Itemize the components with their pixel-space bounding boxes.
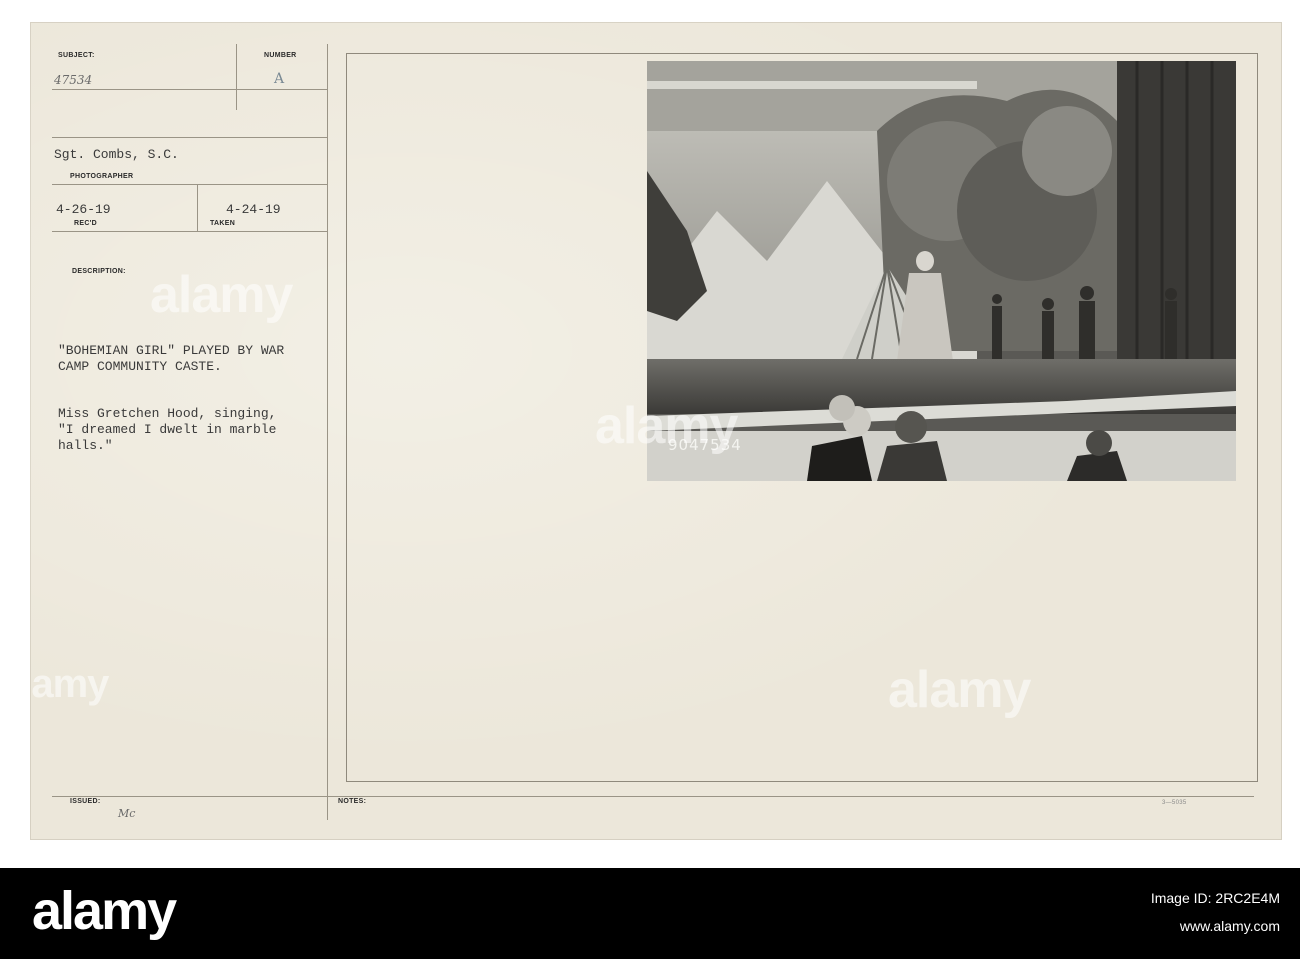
rule-subject <box>52 89 328 90</box>
watermark-photo: alamy <box>595 397 738 455</box>
alamy-logo: alamy <box>32 881 177 941</box>
watermark-bottom-right: alamy <box>888 661 1031 719</box>
site-url: www.alamy.com <box>1179 918 1280 934</box>
caption-line-3: halls." <box>58 438 113 453</box>
issued-value: Mc <box>118 807 136 820</box>
subject-label: SUBJECT: <box>58 52 95 59</box>
description-line-2: CAMP COMMUNITY CASTE. <box>58 359 222 374</box>
received-date-label: REC'D <box>74 220 97 227</box>
photographer-value: Sgt. Combs, S.C. <box>54 147 179 162</box>
vertical-divider <box>327 44 328 820</box>
form-code: 3—5035 <box>1162 800 1187 806</box>
description-label: DESCRIPTION: <box>72 268 126 275</box>
number-value: A <box>274 71 285 87</box>
divider-subject-number <box>236 44 237 110</box>
notes-label: NOTES: <box>338 798 367 805</box>
caption-line-2: "I dreamed I dwelt in marble <box>58 422 277 437</box>
rule-photographer <box>52 184 328 185</box>
watermark-top-left: alamy <box>150 266 293 324</box>
subject-value: 47534 <box>54 73 93 87</box>
taken-date-value: 4-24-19 <box>226 202 281 217</box>
caption-line-1: Miss Gretchen Hood, singing, <box>58 406 277 421</box>
issued-label: ISSUED: <box>70 798 101 805</box>
rule-issued <box>52 796 1254 797</box>
footer-bar <box>0 868 1300 959</box>
number-label: NUMBER <box>264 52 297 59</box>
image-id: Image ID: 2RC2E4M <box>1150 890 1280 906</box>
received-date-value: 4-26-19 <box>56 202 111 217</box>
rule-dates <box>52 231 328 232</box>
watermark-left-edge: alamy <box>0 662 109 706</box>
description-line-1: "BOHEMIAN GIRL" PLAYED BY WAR <box>58 343 285 358</box>
taken-date-label: TAKEN <box>210 220 236 227</box>
rule-under-subject <box>52 137 328 138</box>
divider-recd-taken <box>197 184 198 232</box>
photographer-label: PHOTOGRAPHER <box>70 173 134 180</box>
